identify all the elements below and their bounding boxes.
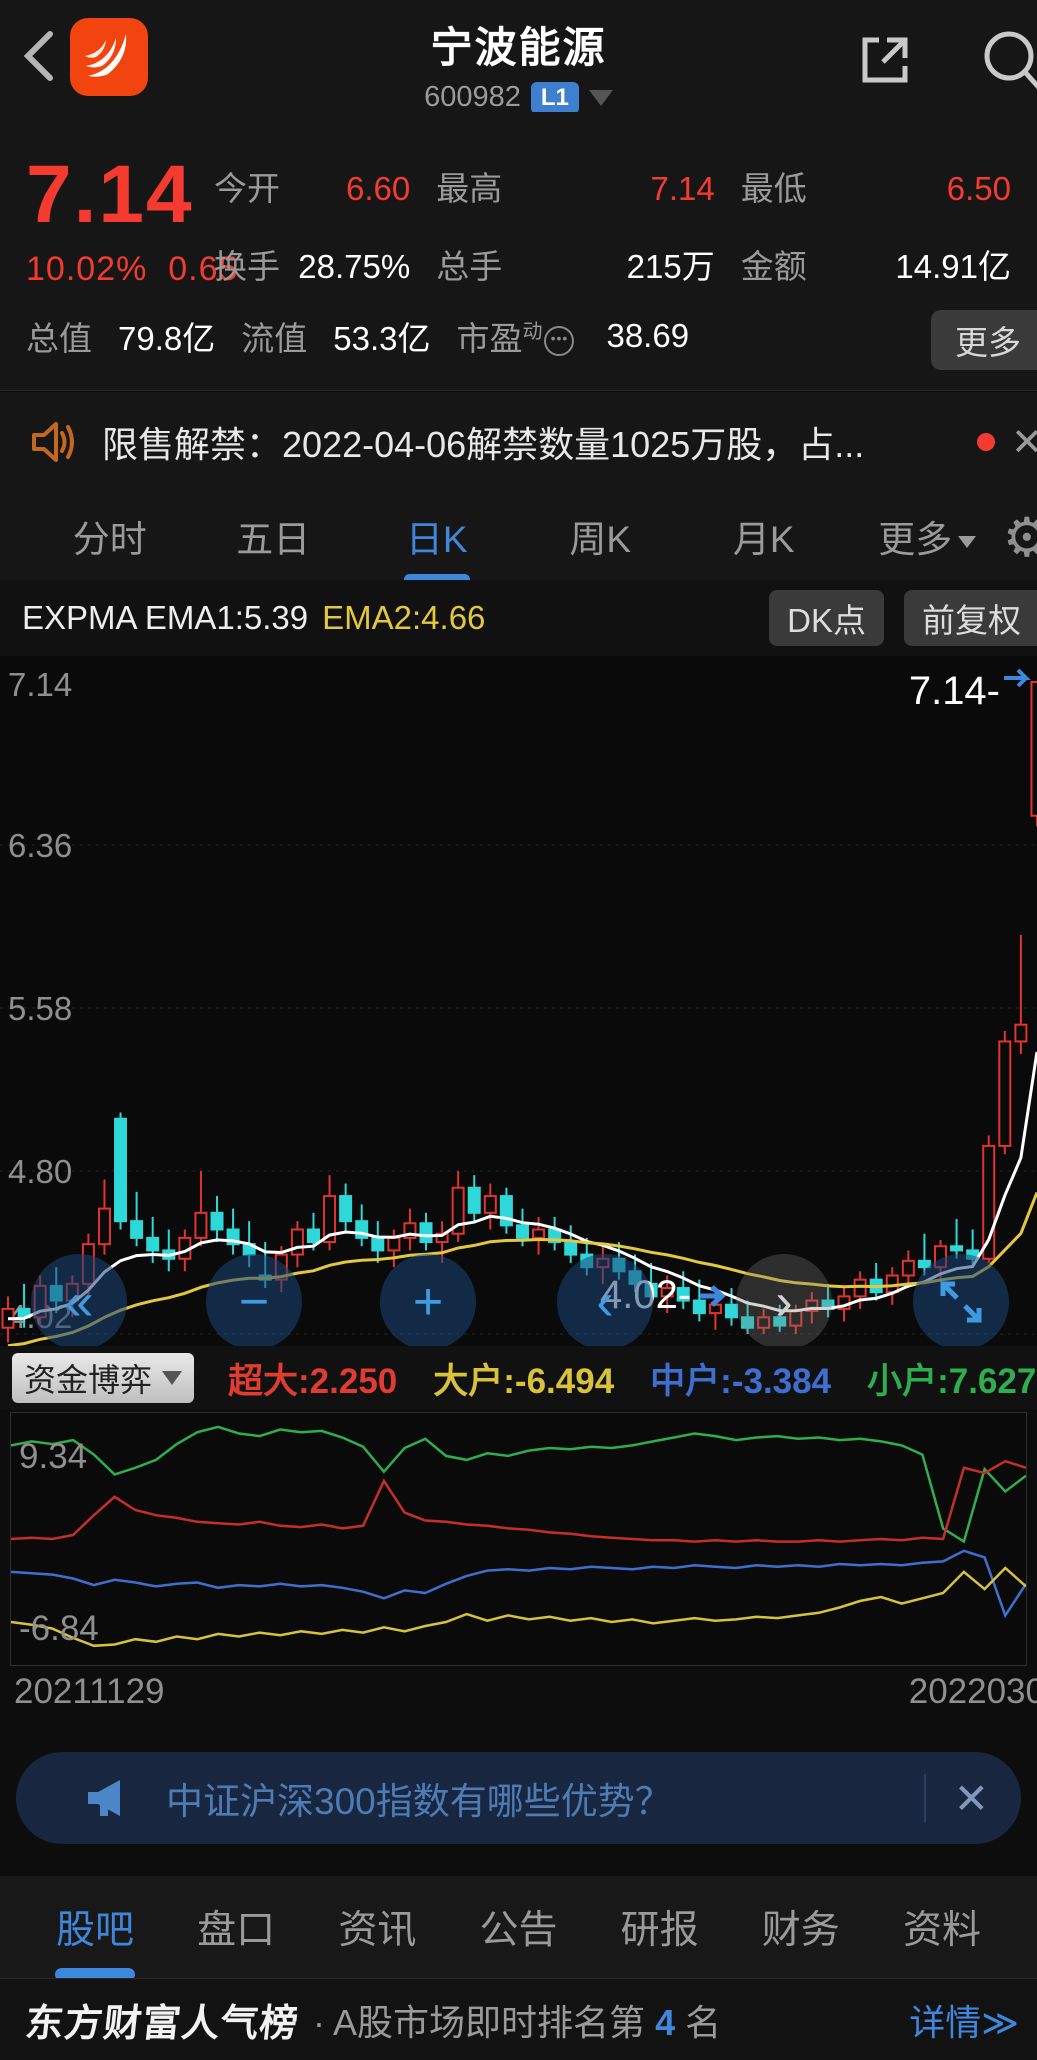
- fund-y-top-label: 9.34: [19, 1437, 87, 1477]
- stock-code: 600982: [424, 81, 521, 114]
- header: 宁波能源 600982 L1: [0, 0, 1037, 112]
- svg-text:7.14: 7.14: [8, 666, 72, 703]
- popularity-rank-bar[interactable]: 东方财富人气榜 · A股市场即时排名第 4 名 详情≫: [0, 1979, 1037, 2060]
- chevron-down-icon[interactable]: [589, 90, 613, 106]
- tab-更多[interactable]: 更多: [846, 509, 1010, 563]
- quote-stat: 换手28.75%: [214, 240, 436, 288]
- fundflow-item: 超大:2.250: [228, 1353, 397, 1404]
- ema2-label: EMA2:4.66: [322, 599, 485, 637]
- chevron-down-icon: [958, 536, 976, 548]
- fundflow-item: 中户:-3.384: [650, 1353, 831, 1404]
- period-tabs: 分时五日日K周K月K更多⚙: [0, 492, 1037, 580]
- zoom-out-button[interactable]: −: [206, 1254, 302, 1350]
- kline-chart[interactable]: 7.146.365.584.804.027.14-4.02- « − + ‹ ›: [0, 656, 1037, 1346]
- megaphone-icon: [80, 1770, 136, 1826]
- price-change: 10.02% 0.65: [26, 250, 238, 289]
- fund-y-bottom-label: -6.84: [19, 1609, 99, 1649]
- quote-stat: 今开6.60: [214, 162, 436, 210]
- quote-stat: 最低6.50: [741, 162, 1037, 210]
- forward-adjust-button[interactable]: 前复权: [904, 590, 1037, 646]
- rank-number: 4: [655, 2002, 675, 2043]
- rank-brand: 东方财富人气榜: [23, 1992, 302, 2047]
- tab-资讯[interactable]: 资讯: [338, 1899, 416, 1955]
- unread-dot: [977, 433, 995, 451]
- quote-stat: 最高7.14: [436, 162, 741, 210]
- tab-公告[interactable]: 公告: [479, 1899, 557, 1955]
- tab-盘口[interactable]: 盘口: [197, 1899, 275, 1955]
- scroll-left-fast-button[interactable]: «: [31, 1254, 127, 1350]
- fundflow-bar: 资金博弈 超大:2.250 大户:-6.494 中户:-3.384 小户:7.627: [0, 1346, 1037, 1410]
- tab-周K[interactable]: 周K: [519, 509, 683, 563]
- close-icon[interactable]: ✕: [954, 1774, 989, 1823]
- fundflow-chart[interactable]: 9.34 -6.84: [10, 1412, 1027, 1666]
- tab-财务[interactable]: 财务: [762, 1899, 840, 1955]
- x-axis-start-label: 20211129: [14, 1672, 165, 1712]
- tab-五日[interactable]: 五日: [192, 509, 356, 563]
- fundflow-dropdown[interactable]: 资金博弈: [12, 1353, 194, 1403]
- news-ticker[interactable]: 限售解禁：2022-04-06解禁数量1025万股，占... ✕: [0, 392, 1037, 492]
- scroll-left-button[interactable]: ‹: [557, 1254, 653, 1350]
- tab-研报[interactable]: 研报: [621, 1899, 699, 1955]
- share-icon[interactable]: [853, 28, 917, 92]
- fundflow-item: 小户:7.627: [867, 1353, 1036, 1404]
- fundflow-canvas: [11, 1413, 1026, 1663]
- svg-text:6.36: 6.36: [8, 827, 72, 864]
- chevron-down-icon: [162, 1371, 182, 1385]
- close-icon[interactable]: ✕: [1011, 420, 1037, 465]
- zoom-in-button[interactable]: +: [380, 1254, 476, 1350]
- divider: [924, 1774, 926, 1822]
- last-price: 7.14: [26, 148, 194, 242]
- x-axis-end-label: 2022030: [909, 1672, 1037, 1712]
- svg-text:5.58: 5.58: [8, 990, 72, 1027]
- search-icon[interactable]: [975, 24, 1037, 100]
- expma-label: EXPMA EMA1:5.39: [22, 599, 308, 637]
- quote-stat-label: 总值: [26, 312, 92, 360]
- promo-banner[interactable]: 中证沪深300指数有哪些优势？ ✕: [16, 1752, 1021, 1844]
- divider: [0, 390, 1037, 391]
- svg-text:4.80: 4.80: [8, 1153, 72, 1190]
- svg-text:7.14-: 7.14-: [909, 669, 1000, 713]
- tab-资料[interactable]: 资料: [903, 1899, 981, 1955]
- quote-stat: 总手215万: [436, 240, 741, 288]
- tab-股吧[interactable]: 股吧: [56, 1899, 134, 1955]
- more-button[interactable]: 更多: [931, 310, 1037, 370]
- quote-stats: 今开6.60最高7.14最低6.50 换手28.75%总手215万金额14.91亿: [214, 162, 1037, 288]
- scroll-right-button[interactable]: ›: [736, 1254, 832, 1350]
- gear-icon[interactable]: ⚙: [1003, 506, 1037, 569]
- quote-stat-value: 53.3亿: [333, 312, 430, 360]
- dk-point-button[interactable]: DK点: [769, 590, 884, 646]
- quote-stat-value: 38.69: [606, 317, 689, 355]
- expand-icon[interactable]: [913, 1254, 1009, 1350]
- quote-stat-label: 市盈动•••: [456, 312, 580, 360]
- kline-canvas: 7.146.365.584.804.027.14-4.02-: [0, 656, 1037, 1346]
- speaker-icon: [26, 415, 80, 469]
- x-axis: 20211129 2022030: [0, 1672, 1037, 1724]
- tab-分时[interactable]: 分时: [28, 509, 192, 563]
- section-tabs: 股吧 盘口 资讯 公告 研报 财务 资料: [0, 1876, 1037, 1978]
- info-icon[interactable]: •••: [544, 326, 574, 356]
- rank-detail-link[interactable]: 详情≫: [909, 1994, 1019, 2046]
- quote-stat: 金额14.91亿: [741, 240, 1037, 288]
- fundflow-item: 大户:-6.494: [433, 1353, 614, 1404]
- indicator-bar: EXPMA EMA1:5.39 EMA2:4.66 DK点 前复权: [0, 580, 1037, 656]
- rank-text: · A股市场即时排名第 4 名: [313, 1994, 721, 2046]
- fundflow-values: 超大:2.250 大户:-6.494 中户:-3.384 小户:7.627: [228, 1353, 1036, 1404]
- quote-row3: 总值 79.8亿流值 53.3亿市盈动••• 38.69: [26, 312, 1037, 360]
- tab-日K[interactable]: 日K: [355, 509, 519, 563]
- quote-stat-label: 流值: [241, 312, 307, 360]
- tab-月K[interactable]: 月K: [682, 509, 846, 563]
- ticker-text: 限售解禁：2022-04-06解禁数量1025万股，占...: [102, 416, 961, 468]
- level-badge[interactable]: L1: [531, 82, 579, 114]
- banner-text: 中证沪深300指数有哪些优势？: [166, 1771, 924, 1825]
- quote-panel: 7.14 10.02% 0.65 今开6.60最高7.14最低6.50 换手28.…: [0, 112, 1037, 390]
- quote-stat-value: 79.8亿: [118, 312, 215, 360]
